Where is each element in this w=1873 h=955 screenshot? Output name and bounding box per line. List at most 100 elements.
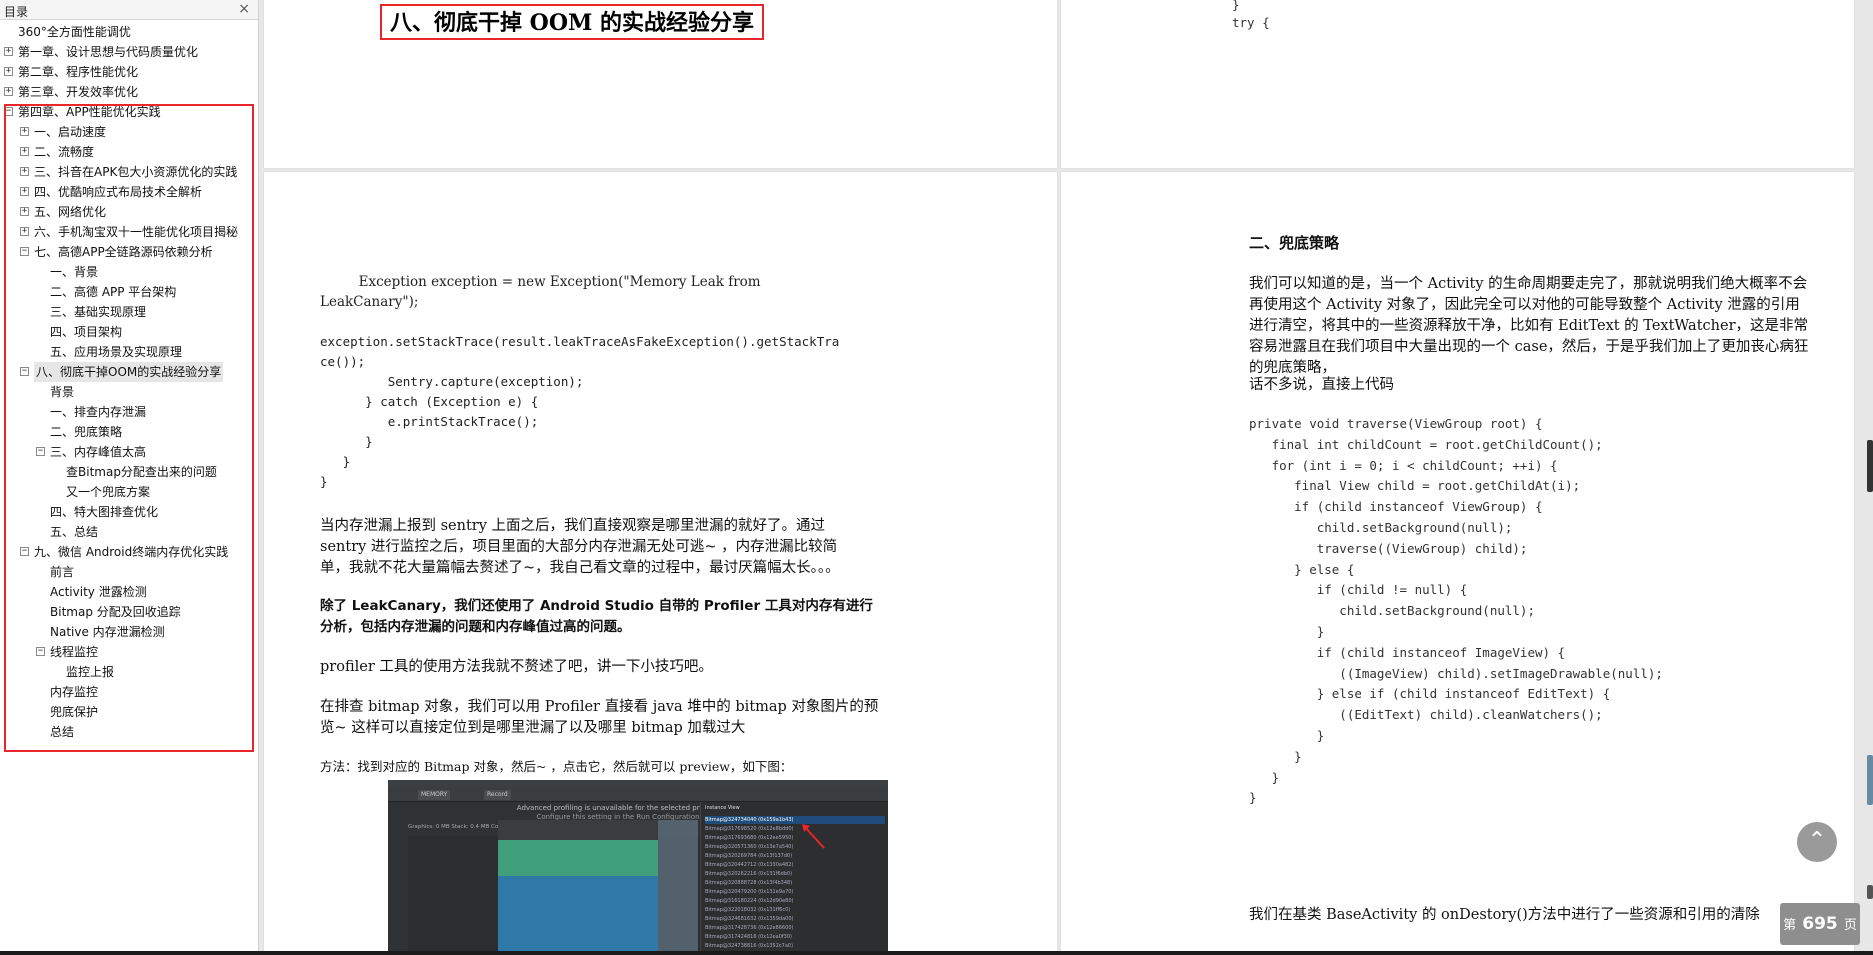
scroll-to-top-button[interactable]: ⌃ — [1797, 822, 1837, 862]
profiler-instance-row: Bitmap@320571360 (0x13e7a540) — [705, 844, 794, 850]
toc-item[interactable]: + 二、流畅度 — [0, 142, 258, 162]
sidebar-title: 目录 — [4, 5, 29, 19]
toc-item-label: 五、网络优化 — [34, 205, 107, 219]
toc-item-label: 三、基础实现原理 — [50, 305, 147, 319]
chevron-up-icon: ⌃ — [1807, 828, 1827, 853]
toc-item-label: 四、项目架构 — [50, 325, 123, 339]
profiler-area-green — [498, 840, 658, 876]
profiler-instance-row: Bitmap@317428736 (0x12e86600) — [705, 925, 794, 931]
collapse-icon[interactable]: − — [36, 647, 45, 656]
page-right: 二、兜底策略 我们可以知道的是，当一个 Activity 的生命周期要走完了，那… — [1061, 172, 1854, 955]
toc-item[interactable]: + 一、启动速度 — [0, 122, 258, 142]
toc-item[interactable]: 一、背景 — [0, 262, 258, 282]
expand-icon[interactable]: + — [20, 167, 29, 176]
toc-item-label: Activity 泄露检测 — [50, 585, 147, 599]
toc-item[interactable]: − 第四章、APP性能优化实践 — [0, 102, 258, 122]
paragraph-1: 当内存泄漏上报到 sentry 上面之后，我们直接观察是哪里泄漏的就好了。通过 … — [320, 518, 840, 576]
toc-item-label: 一、背景 — [50, 265, 99, 279]
right-scrollbar[interactable] — [1863, 0, 1873, 955]
profiler-titlebar — [388, 780, 888, 788]
toc-item-label: 五、应用场景及实现原理 — [50, 345, 183, 359]
toc-item-label: 线程监控 — [50, 645, 99, 659]
toc-item[interactable]: 一、排查内存泄漏 — [0, 402, 258, 422]
expand-icon[interactable]: + — [4, 47, 13, 56]
toc-item[interactable]: 前言 — [0, 562, 258, 582]
toc-item-label: 背景 — [50, 385, 75, 399]
profiler-instance-row: Bitmap@317698520 (0x12e8bdd0) — [705, 826, 794, 832]
toc-item-label: 三、内存峰值太高 — [50, 445, 147, 459]
toc-item-label: 二、兜底策略 — [50, 425, 123, 439]
toc-item[interactable]: + 第三章、开发效率优化 — [0, 82, 258, 102]
expand-icon[interactable]: + — [4, 87, 13, 96]
toc-item-label: 二、流畅度 — [34, 145, 95, 159]
expand-icon[interactable]: + — [20, 187, 29, 196]
toc-item[interactable]: + 四、优酷响应式布局技术全解析 — [0, 182, 258, 202]
toc-item-label: Bitmap 分配及回收追踪 — [50, 605, 181, 619]
toc-item[interactable]: + 五、网络优化 — [0, 202, 258, 222]
toc-item-label: 一、排查内存泄漏 — [50, 405, 147, 419]
toc-item[interactable]: + 六、手机淘宝双十一性能优化项目揭秘 — [0, 222, 258, 242]
paragraph-right-1: 我们可以知道的是，当一个 Activity 的生命周期要走完了，那就说明我们绝大… — [1249, 276, 1809, 376]
toc-item[interactable]: 内存监控 — [0, 682, 258, 702]
paragraph-right-2: 话不多说，直接上代码 — [1249, 377, 1394, 393]
toc-item[interactable]: + 三、抖音在APK包大小资源优化的实践 — [0, 162, 258, 182]
toc-item[interactable]: − 九、微信 Android终端内存优化实践 — [0, 542, 258, 562]
scroll-marker — [1867, 755, 1873, 805]
collapse-icon[interactable]: − — [4, 107, 13, 116]
collapse-icon[interactable]: − — [20, 547, 29, 556]
code-line: try { — [1232, 15, 1270, 30]
toc-item[interactable]: + 第一章、设计思想与代码质量优化 — [0, 42, 258, 62]
profiler-instance-row: Bitmap@324738816 (0x1352c7a0) — [705, 943, 794, 949]
page-top-right: } try { — [1061, 0, 1854, 168]
toc-item-label: 一、启动速度 — [34, 125, 107, 139]
expand-icon[interactable]: + — [20, 147, 29, 156]
expand-icon[interactable]: + — [4, 67, 13, 76]
profiler-instance-row: Bitmap@320442712 (0x1330a482) — [705, 862, 794, 868]
toc-item[interactable]: 四、项目架构 — [0, 322, 258, 342]
toc-item[interactable]: Native 内存泄漏检测 — [0, 622, 258, 642]
toc-item-label: 内存监控 — [50, 685, 99, 699]
close-icon[interactable]: × — [238, 1, 250, 17]
scroll-thumb[interactable] — [1867, 440, 1873, 492]
bottom-bar — [0, 951, 1873, 955]
profiler-instance-row: Bitmap@320262216 (0x131f6db0) — [705, 871, 793, 877]
toc-item-label: 九、微信 Android终端内存优化实践 — [34, 545, 229, 559]
toc-item-label: 第四章、APP性能优化实践 — [18, 105, 161, 119]
page-counter-prefix: 第 — [1783, 918, 1797, 933]
toc-item[interactable]: Bitmap 分配及回收追踪 — [0, 602, 258, 622]
collapse-icon[interactable]: − — [20, 247, 29, 256]
profiler-instance-row: Bitmap@324734040 (0x159a1b43) — [705, 816, 885, 824]
toc-item[interactable]: 总结 — [0, 722, 258, 742]
paragraph-3: profiler 工具的使用方法我就不赘述了吧，讲一下小技巧吧。 — [320, 659, 713, 675]
toc-item[interactable]: − 三、内存峰值太高 — [0, 442, 258, 462]
toc-item-label: 第三章、开发效率优化 — [18, 85, 139, 99]
code-block-right: private void traverse(ViewGroup root) { … — [1249, 416, 1663, 806]
toc-item[interactable]: 又一个兜底方案 — [0, 482, 258, 502]
document-view[interactable]: 八、彻底干掉 OOM 的实战经验分享 } try { Exception exc… — [260, 0, 1873, 955]
toc-item-label: 二、高德 APP 平台架构 — [50, 285, 177, 299]
toc-item[interactable]: − 八、彻底干掉OOM的实战经验分享 — [0, 362, 258, 382]
expand-icon[interactable]: + — [20, 127, 29, 136]
toc-item[interactable]: 查Bitmap分配查出来的问题 — [0, 462, 258, 482]
toc-item-label: 四、优酷响应式布局技术全解析 — [34, 185, 203, 199]
toc-item[interactable]: 二、高德 APP 平台架构 — [0, 282, 258, 302]
collapse-icon[interactable]: − — [36, 447, 45, 456]
toc-item[interactable]: 五、应用场景及实现原理 — [0, 342, 258, 362]
toc-item[interactable]: 360°全方面性能调优 — [0, 22, 258, 42]
expand-icon[interactable]: + — [20, 227, 29, 236]
page-counter: 第 695 页 — [1780, 903, 1860, 945]
toc-item[interactable]: − 线程监控 — [0, 642, 258, 662]
profiler-screenshot: MEMORY Record Advanced profiling is unav… — [388, 780, 888, 955]
toc-item[interactable]: Activity 泄露检测 — [0, 582, 258, 602]
toc-item[interactable]: 五、总结 — [0, 522, 258, 542]
toc-item[interactable]: + 第二章、程序性能优化 — [0, 62, 258, 82]
collapse-icon[interactable]: − — [20, 367, 29, 376]
toc-item[interactable]: − 七、高德APP全链路源码依赖分析 — [0, 242, 258, 262]
toc-item[interactable]: 兜底保护 — [0, 702, 258, 722]
toc-item[interactable]: 四、特大图排查优化 — [0, 502, 258, 522]
toc-item[interactable]: 监控上报 — [0, 662, 258, 682]
toc-item[interactable]: 背景 — [0, 382, 258, 402]
toc-item[interactable]: 二、兜底策略 — [0, 422, 258, 442]
toc-item[interactable]: 三、基础实现原理 — [0, 302, 258, 322]
expand-icon[interactable]: + — [20, 207, 29, 216]
